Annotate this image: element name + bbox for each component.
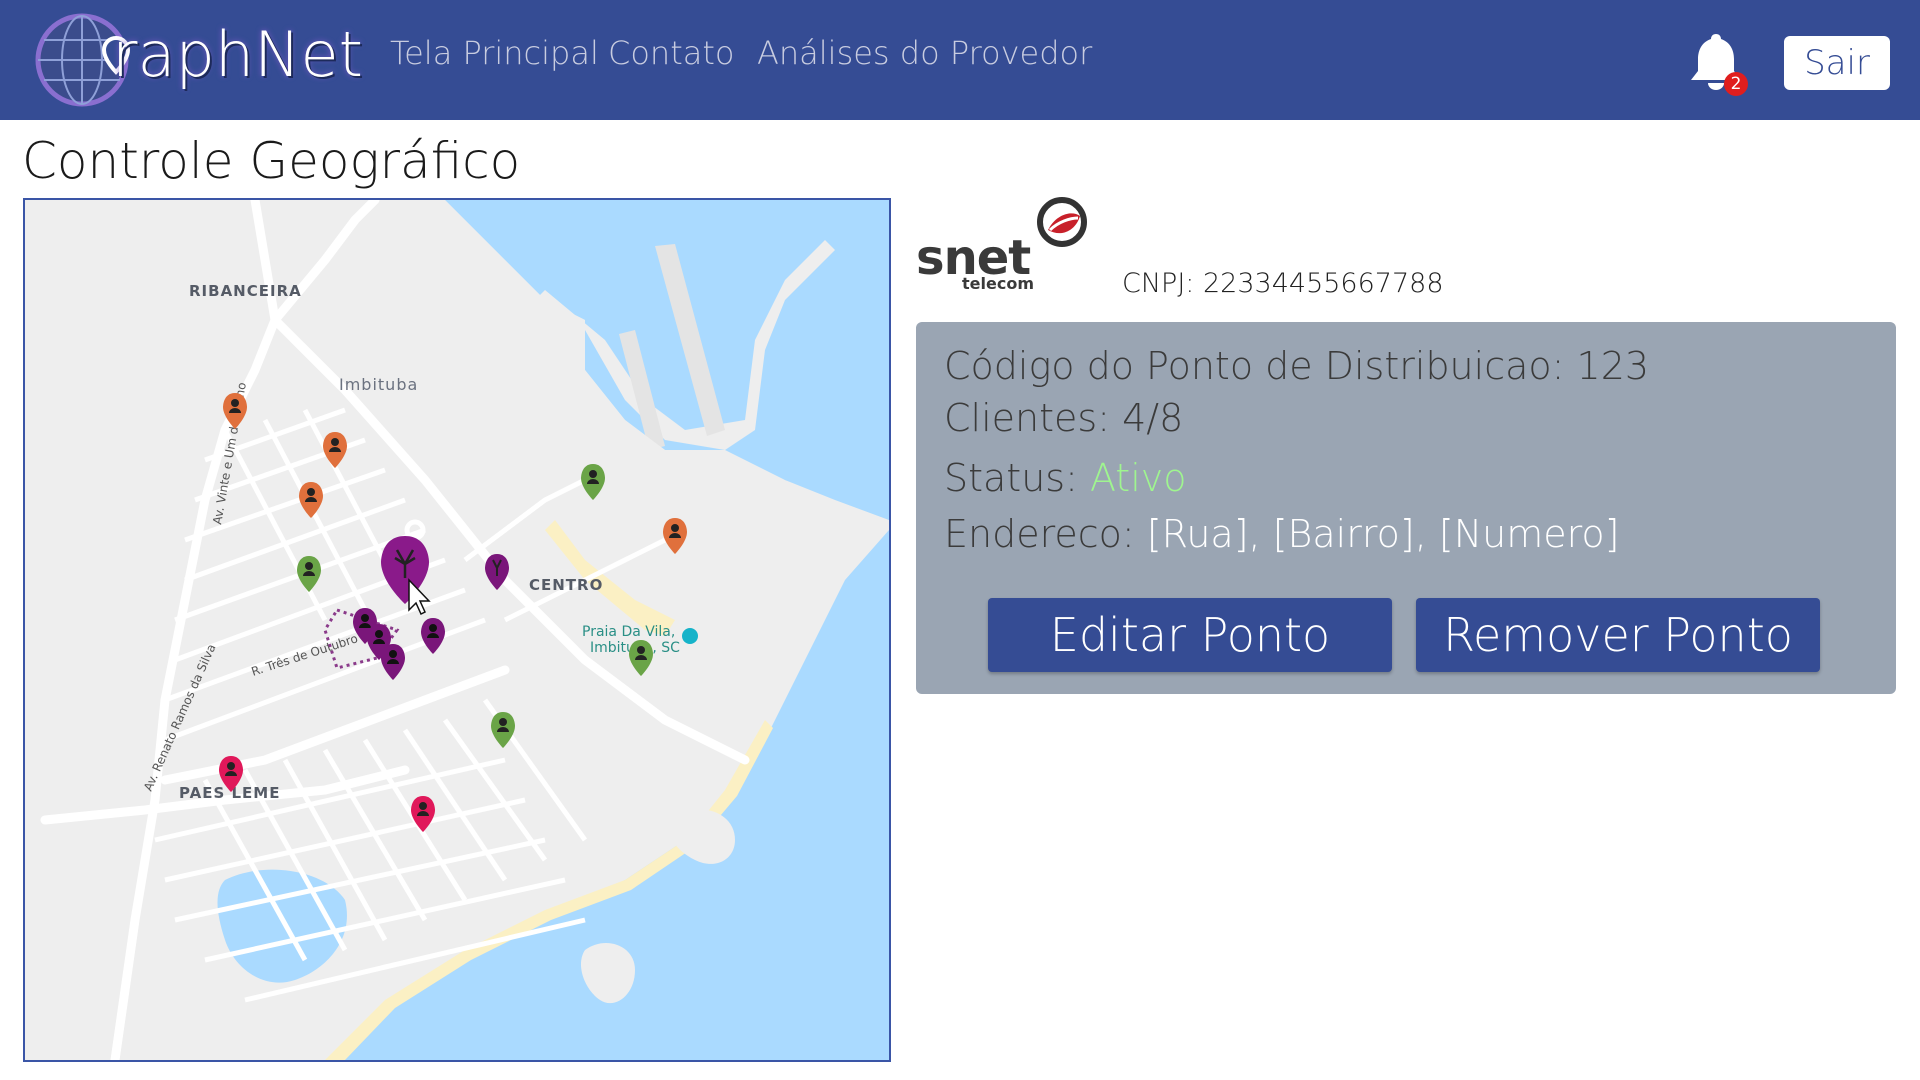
map-label-centro: CENTRO [529, 576, 603, 594]
notifications-button[interactable]: 2 [1688, 30, 1748, 96]
nav-link-analises[interactable]: Análises do Provedor [757, 34, 1092, 72]
clients-value: 4/8 [1122, 396, 1184, 440]
address-value: [Rua], [Bairro], [Numero] [1146, 512, 1620, 556]
clients-line: Clientes: 4/8 [944, 396, 1183, 440]
provider-emblem-icon [1037, 197, 1087, 247]
map-label-praia-line1: Praia Da Vila, [582, 624, 675, 640]
map-canvas[interactable]: RIBANCEIRA Imbituba CENTRO PAES LEME Pra… [25, 200, 889, 1060]
remove-point-button[interactable]: Remover Ponto [1416, 598, 1820, 672]
status-value: Ativo [1089, 456, 1187, 500]
edit-point-button[interactable]: Editar Ponto [988, 598, 1392, 672]
provider-cnpj: CNPJ: 22334455667788 [1122, 268, 1444, 299]
address-label: Endereco: [944, 512, 1135, 556]
provider-logo: snet telecom [916, 196, 1096, 296]
page-title: Controle Geográfico [22, 132, 521, 190]
clients-label: Clientes: [944, 396, 1110, 440]
distribution-point-card: Código do Ponto de Distribuicao: 123 Cli… [916, 322, 1896, 694]
app-logo-text: raphNet [112, 18, 363, 91]
status-line: Status: Ativo [944, 456, 1187, 500]
logout-button[interactable]: Sair [1784, 36, 1890, 90]
point-code-line: Código do Ponto de Distribuicao: 123 [944, 344, 1649, 388]
notification-count-badge: 2 [1724, 72, 1748, 96]
app-logo[interactable]: raphNet [34, 10, 363, 110]
map-label-ribanceira: RIBANCEIRA [189, 282, 302, 300]
point-code-label: Código do Ponto de Distribuicao: [944, 344, 1565, 388]
map-label-imbituba: Imbituba [339, 375, 418, 394]
point-code-value: 123 [1576, 344, 1650, 388]
address-line: Endereco: [Rua], [Bairro], [Numero] [944, 512, 1619, 556]
nav-link-contato[interactable]: Contato [608, 34, 734, 72]
beach-place-icon[interactable] [682, 628, 698, 644]
nav-link-tela-principal[interactable]: Tela Principal [390, 34, 599, 72]
map-view[interactable]: RIBANCEIRA Imbituba CENTRO PAES LEME Pra… [23, 198, 891, 1062]
top-navbar: raphNet Tela Principal Contato Análises … [0, 0, 1920, 120]
status-label: Status: [944, 456, 1078, 500]
cnpj-label: CNPJ: [1122, 268, 1195, 299]
provider-logo-sub: telecom [962, 274, 1034, 293]
cnpj-value: 22334455667788 [1203, 268, 1444, 299]
